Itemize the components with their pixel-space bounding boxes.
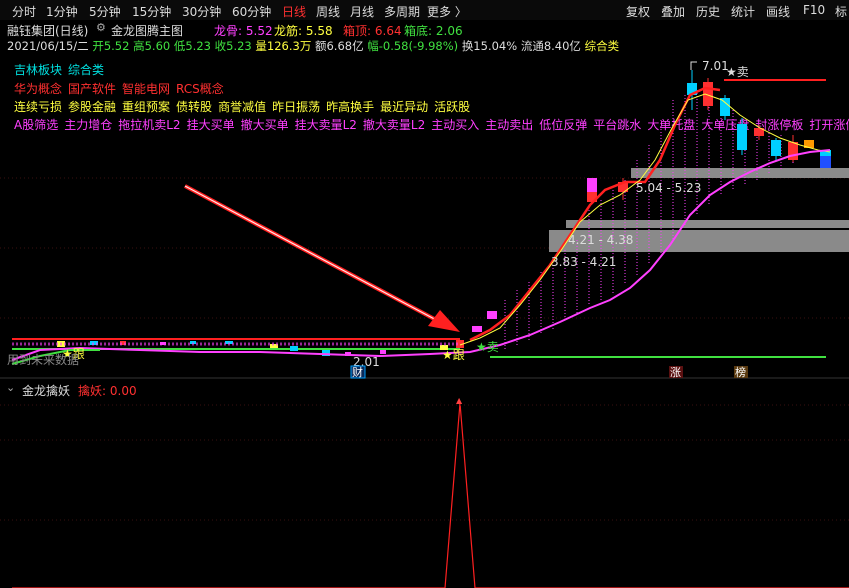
tag-zhang: 涨 (670, 366, 681, 379)
svg-text:▲: ▲ (456, 396, 463, 405)
sub-indicator-name[interactable]: 金龙擒妖 (22, 382, 70, 399)
tag-bang: 榜 (735, 365, 746, 379)
sell-signal-top: ★卖 (726, 65, 749, 79)
longgu-line (469, 86, 721, 342)
range-label-2: 4.21 - 4.38 (568, 233, 633, 247)
high-price-label: 7.01 (702, 59, 729, 73)
band-2 (566, 220, 849, 228)
tag-cai: 财 (352, 365, 363, 379)
collapse-icon[interactable]: ⌄ (6, 381, 15, 394)
range-label-3: 3.83 - 4.21 (551, 255, 616, 269)
ma-line (11, 149, 831, 361)
qinyao-spike (12, 402, 849, 588)
red-arrow-head (428, 310, 460, 332)
range-label-1: 5.04 - 5.23 (636, 181, 701, 195)
rising-candles (472, 70, 831, 332)
sub-indicator-value: 擒妖: 0.00 (78, 384, 137, 398)
kline-chart[interactable]: 7.01 ★卖 2.01 ★卖 ★跟 ★跟 5.04 - 5.23 4.21 -… (0, 0, 849, 588)
sell-signal-low: ★卖 (476, 340, 499, 354)
future-data-warning: 用到未来数据 (7, 352, 79, 367)
follow-signal-2: ★跟 (442, 348, 465, 362)
